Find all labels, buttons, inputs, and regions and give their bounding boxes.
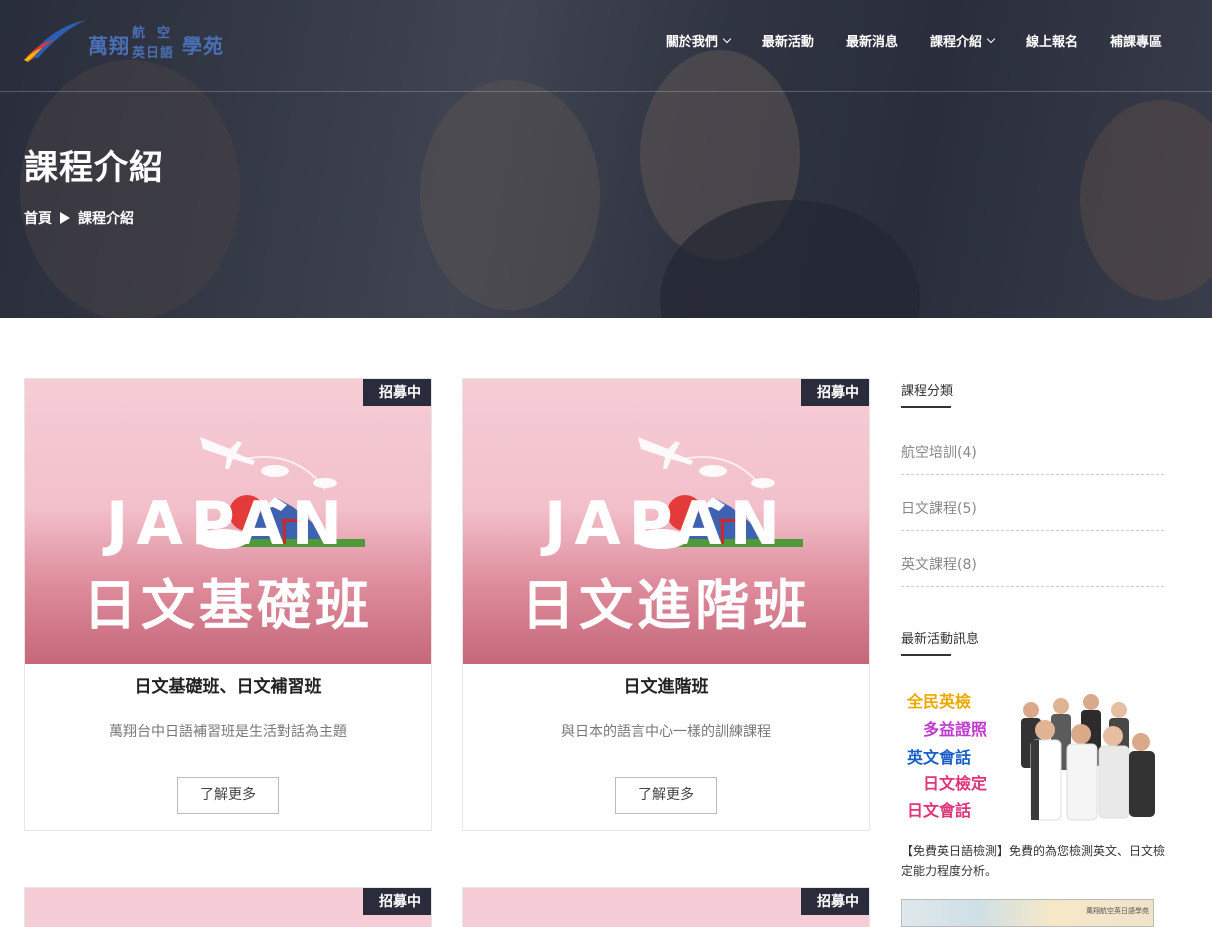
course-image-word: JAPAN	[544, 489, 788, 559]
learn-more-button[interactable]: 了解更多	[615, 777, 717, 814]
learn-more-button[interactable]: 了解更多	[177, 777, 279, 814]
course-card: 招募中	[462, 887, 870, 927]
status-badge: 招募中	[363, 379, 431, 406]
promo-line: 英文會話	[907, 748, 972, 767]
nav-courses[interactable]: 課程介紹	[929, 31, 996, 50]
course-thumbnail[interactable]: 招募中	[463, 888, 869, 927]
logo-swoosh-icon	[24, 20, 86, 62]
promo2-label: 萬翔航空英日語學苑	[1086, 907, 1149, 915]
course-desc: 萬翔台中日語補習班是生活對話為主題	[109, 724, 347, 740]
category-heading: 課程分類	[901, 384, 954, 399]
nav-signup-label: 線上報名	[1025, 35, 1078, 50]
course-desc: 與日本的語言中心一樣的訓練課程	[561, 724, 771, 740]
nav-news[interactable]: 最新消息	[846, 31, 898, 50]
business-people-icon	[1021, 694, 1155, 821]
breadcrumb: 首頁 課程介紹	[24, 208, 134, 228]
page-title: 課程介紹	[24, 148, 164, 188]
nav-makeup-label: 補課專區	[1109, 35, 1162, 50]
promo-line: 日文會話	[907, 801, 972, 820]
main-nav: 關於我們 最新活動 最新消息 課程介紹 線上報名 補課專區	[666, 31, 1162, 50]
status-badge: 招募中	[363, 888, 431, 915]
nav-about[interactable]: 關於我們	[665, 31, 732, 50]
promo-caption[interactable]: 【免費英日語檢測】免費的為您檢測英文、日文檢定能力程度分析。	[901, 841, 1166, 881]
course-image-word: JAPAN	[106, 489, 350, 559]
logo-text-main: 萬翔	[88, 34, 130, 58]
course-image-title: 日文進階班	[521, 574, 811, 637]
hero-banner: 萬翔 航空 英日語 學苑 關於我們 最新活動 最新消息 課程介紹 線上報名 補課…	[0, 0, 1212, 318]
chevron-down-icon	[986, 34, 996, 44]
category-english[interactable]: 英文課程(8)	[901, 554, 1164, 587]
nav-signup[interactable]: 線上報名	[1026, 31, 1078, 50]
course-card: 招募中 JAPAN 日文進階班 日文進階班 與日本的語言中心一樣的訓練課程 了解…	[462, 378, 870, 831]
category-japanese[interactable]: 日文課程(5)	[901, 498, 1164, 531]
nav-makeup-class[interactable]: 補課專區	[1110, 31, 1162, 50]
course-title[interactable]: 日文進階班	[463, 672, 869, 697]
promo-line: 日文檢定	[923, 774, 988, 793]
course-thumbnail[interactable]: 招募中	[25, 888, 431, 927]
course-title[interactable]: 日文基礎班、日文補習班	[25, 672, 431, 697]
site-header: 萬翔 航空 英日語 學苑 關於我們 最新活動 最新消息 課程介紹 線上報名 補課…	[0, 0, 1212, 92]
news-heading: 最新活動訊息	[901, 632, 980, 647]
nav-courses-label: 課程介紹	[929, 35, 982, 50]
logo-text-side: 學苑	[182, 34, 224, 58]
course-card: 招募中 JAPAN 日文基礎班 日文基礎班、日文補習班 萬翔台中日語補習班是生活…	[24, 378, 432, 831]
promo-image-2[interactable]: 萬翔航空英日語學苑	[901, 899, 1154, 927]
status-badge: 招募中	[801, 888, 869, 915]
promo-line: 全民英檢	[907, 692, 972, 711]
course-thumbnail[interactable]: 招募中 JAPAN 日文進階班	[463, 379, 869, 664]
status-badge: 招募中	[801, 379, 869, 406]
breadcrumb-current: 課程介紹	[78, 211, 134, 227]
heading-underline	[901, 654, 951, 656]
logo-text-bottom: 英日語	[132, 46, 175, 61]
promo-image[interactable]: 全民英檢 多益證照 英文會話 日文檢定 日文會話	[901, 684, 1164, 829]
heading-underline	[901, 406, 951, 408]
nav-news-label: 最新消息	[845, 35, 898, 50]
promo-line: 多益證照	[923, 720, 988, 739]
nav-events[interactable]: 最新活動	[762, 31, 814, 50]
course-image-title: 日文基礎班	[83, 574, 373, 637]
site-logo[interactable]: 萬翔 航空 英日語 學苑	[24, 16, 224, 64]
nav-about-label: 關於我們	[665, 35, 718, 50]
nav-events-label: 最新活動	[761, 35, 814, 50]
breadcrumb-arrow-icon	[60, 212, 70, 224]
breadcrumb-home[interactable]: 首頁	[24, 208, 52, 228]
course-card: 招募中	[24, 887, 432, 927]
course-thumbnail[interactable]: 招募中 JAPAN 日文基礎班	[25, 379, 431, 664]
chevron-down-icon	[722, 34, 732, 44]
category-aviation[interactable]: 航空培訓(4)	[901, 442, 1164, 475]
logo-text-top: 航空	[132, 26, 183, 41]
